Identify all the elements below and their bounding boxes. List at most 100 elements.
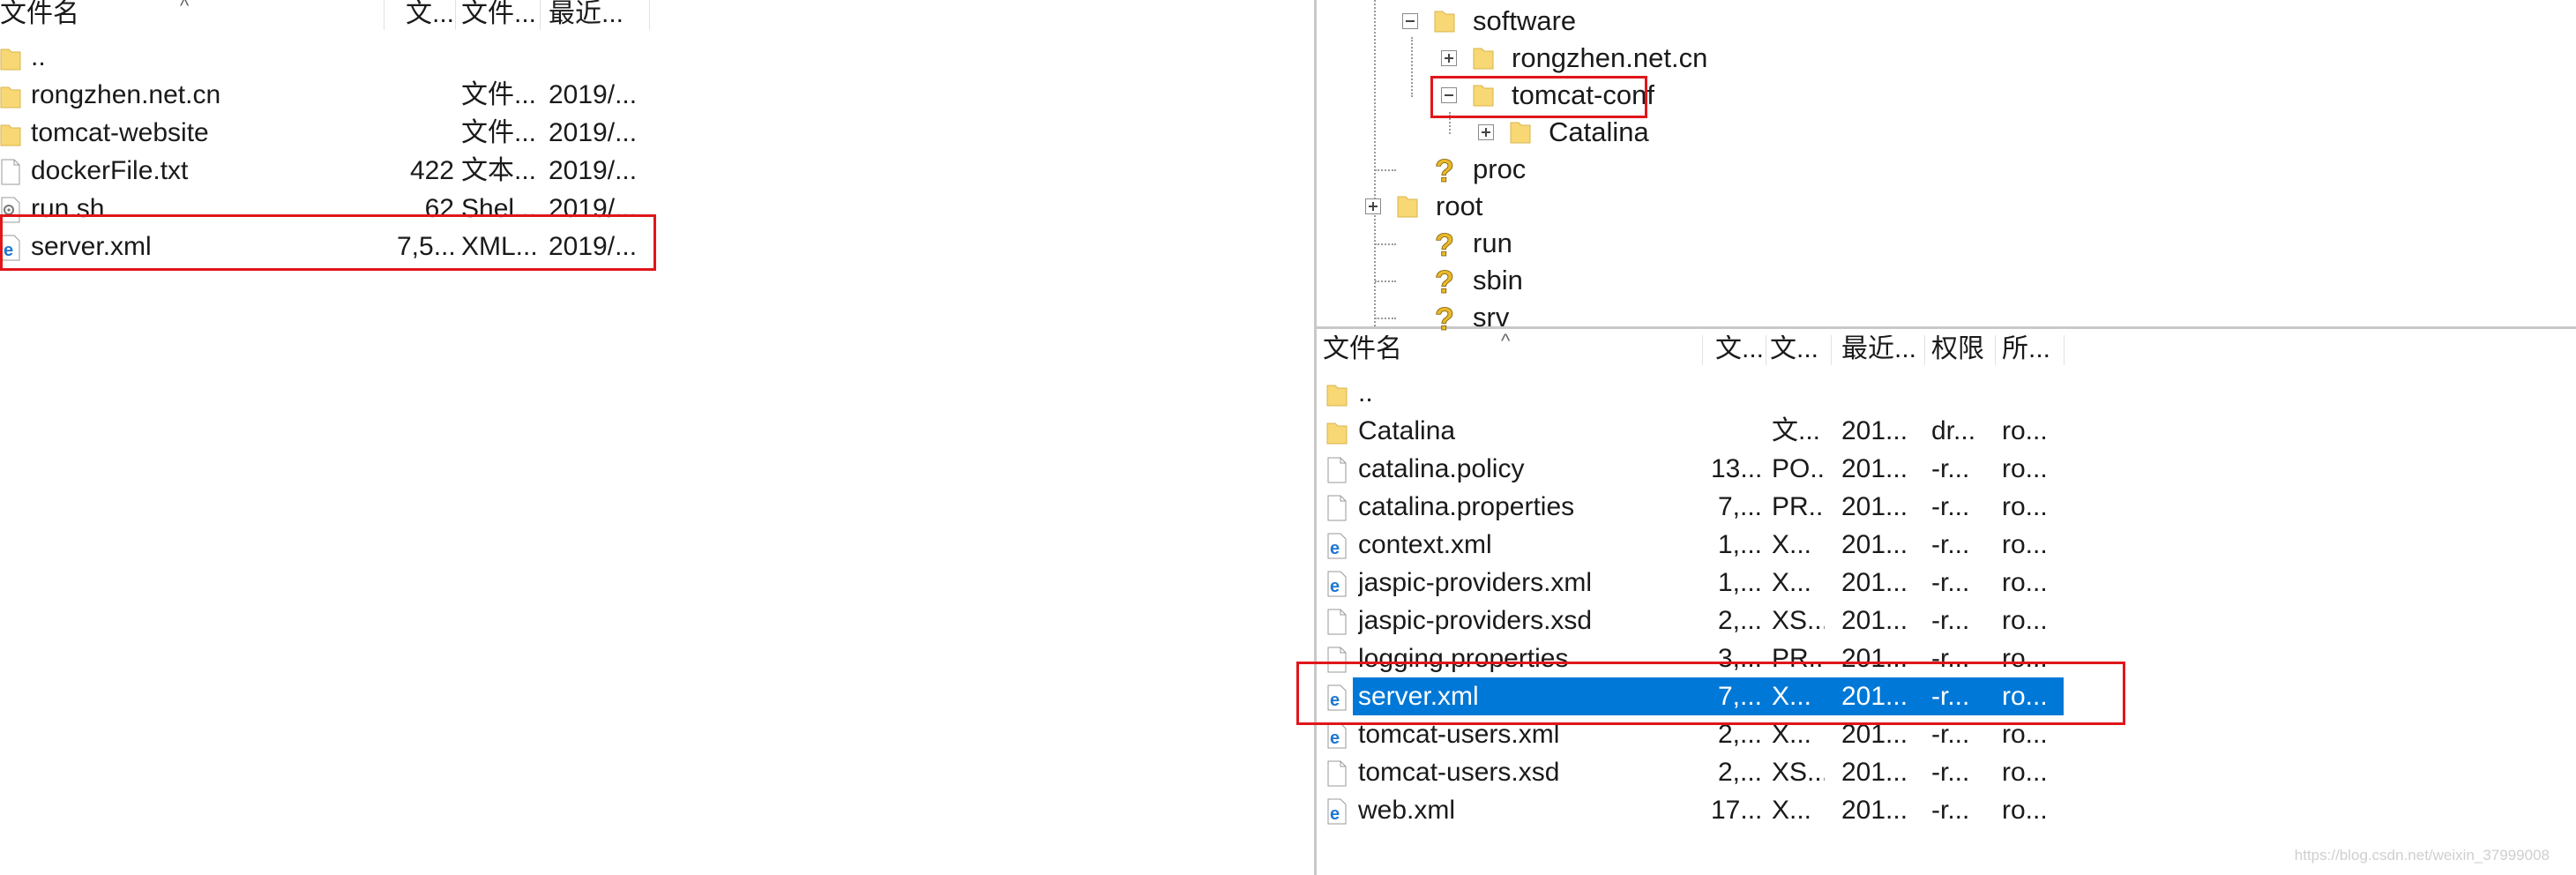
vertical-splitter[interactable] — [1314, 0, 1317, 875]
table-row[interactable]: e web.xml 17... X... 201... -r... ro... — [1323, 791, 2064, 829]
file-date: 201... — [1841, 530, 1908, 559]
file-owner: ro... — [2002, 796, 2048, 825]
svg-text:e: e — [1330, 729, 1340, 748]
col-header-owner[interactable]: 所... — [2002, 335, 2058, 367]
file-size — [1711, 412, 1762, 450]
file-date: 201... — [1841, 492, 1908, 521]
collapse-icon[interactable] — [1402, 13, 1418, 29]
table-row[interactable]: catalina.policy 13... PO... 201... -r... ro..… — [1323, 450, 2064, 488]
tree-node-label: sbin — [1473, 265, 1523, 295]
file-date: 2019/... — [549, 156, 638, 185]
file-permissions: -r... — [1931, 796, 1970, 825]
file-size: 7,... — [1717, 492, 1762, 521]
col-divider[interactable] — [1924, 335, 1925, 365]
folder-icon — [0, 120, 21, 146]
sort-ascending-icon: ^ — [180, 0, 190, 17]
file-size: 2,... — [1717, 758, 1762, 787]
col-header-permissions[interactable]: 权限 — [1931, 335, 1988, 367]
file-type: XS... — [1772, 758, 1825, 787]
file-owner: ro... — [2002, 758, 2048, 787]
folder-icon — [0, 44, 21, 71]
text-file-icon — [1326, 608, 1348, 635]
text-file-icon — [1326, 759, 1348, 787]
folder-icon — [1397, 192, 1418, 219]
unknown-folder-icon: ? — [1434, 153, 1455, 190]
file-date: 2019/... — [549, 118, 638, 147]
text-file-icon — [0, 158, 21, 185]
file-date: 201... — [1841, 416, 1908, 445]
file-size: 13... — [1711, 454, 1762, 483]
table-row[interactable]: tomcat-users.xsd 2,... XS... 201... -r... ro.… — [1323, 753, 2064, 791]
table-row[interactable]: e jaspic-providers.xml 1,... X... 201... -r..… — [1323, 564, 2064, 602]
file-type — [1772, 374, 1825, 412]
file-type: PO... — [1772, 454, 1825, 483]
file-name: .. — [31, 42, 46, 71]
file-owner: ro... — [2002, 454, 2048, 483]
expand-icon[interactable] — [1478, 124, 1494, 140]
folder-icon — [1473, 44, 1494, 71]
unknown-folder-icon: ? — [1434, 264, 1455, 301]
col-divider[interactable] — [455, 0, 456, 30]
svg-text:?: ? — [1435, 155, 1454, 185]
tree-connector — [1375, 280, 1396, 282]
col-header-size[interactable]: 文... — [1715, 335, 1765, 367]
highlight-box-tomcat-conf — [1430, 76, 1647, 118]
file-type — [461, 38, 537, 76]
col-header-type[interactable]: 文... — [1770, 335, 1819, 367]
file-size: 17... — [1711, 796, 1762, 825]
file-owner: ro... — [2002, 416, 2048, 445]
col-header-date[interactable]: 最近... — [1841, 335, 1917, 367]
folder-icon — [1434, 7, 1455, 34]
svg-text:?: ? — [1435, 303, 1454, 333]
expand-icon[interactable] — [1365, 198, 1381, 214]
sort-ascending-icon: ^ — [1501, 330, 1511, 352]
table-row[interactable]: tomcat-website 文件... 2019/... — [0, 114, 653, 152]
file-type: PR... — [1772, 492, 1825, 521]
col-divider[interactable] — [540, 0, 541, 30]
xml-file-icon: e — [1326, 797, 1348, 825]
file-permissions: -r... — [1931, 568, 1970, 597]
xml-file-icon: e — [1326, 532, 1348, 559]
col-divider[interactable] — [649, 0, 650, 30]
file-date: 201... — [1841, 796, 1908, 825]
table-row[interactable]: dockerFile.txt 422 文本... 2019/... — [0, 152, 653, 190]
unknown-folder-icon: ? — [1434, 227, 1455, 264]
svg-text:e: e — [1330, 539, 1340, 558]
text-file-icon — [1326, 494, 1348, 521]
col-divider[interactable] — [1995, 335, 1996, 365]
xml-file-icon: e — [1326, 722, 1348, 749]
col-divider[interactable] — [1831, 335, 1832, 365]
col-header-type[interactable]: 文件... — [461, 0, 537, 32]
table-row[interactable]: e context.xml 1,... X... 201... -r... ro... — [1323, 526, 2064, 564]
col-header-name[interactable]: 文件名 — [0, 0, 379, 32]
file-name: jaspic-providers.xml — [1358, 568, 1593, 597]
file-permissions: -r... — [1931, 758, 1970, 787]
file-name: dockerFile.txt — [31, 156, 189, 185]
tree-connector — [1375, 169, 1396, 171]
highlight-box-remote-server-xml — [1296, 662, 2125, 725]
file-type: 文件... — [461, 118, 537, 147]
table-row[interactable]: .. — [0, 38, 653, 76]
table-row[interactable]: Catalina 文... 201... dr... ro... — [1323, 412, 2064, 450]
file-name: rongzhen.net.cn — [31, 80, 221, 109]
file-owner — [2002, 374, 2055, 412]
table-row[interactable]: jaspic-providers.xsd 2,... XS... 201... -r..… — [1323, 602, 2064, 639]
file-owner: ro... — [2002, 568, 2048, 597]
folder-icon — [1326, 418, 1348, 445]
table-row[interactable]: rongzhen.net.cn 文件... 2019/... — [0, 76, 653, 114]
table-row[interactable]: catalina.properties 7,... PR... 201... -r...… — [1323, 488, 2064, 526]
file-type: X... — [1772, 796, 1812, 825]
col-header-date[interactable]: 最近... — [549, 0, 624, 32]
col-header-size[interactable]: 文... — [406, 0, 455, 32]
table-row[interactable]: .. — [1323, 374, 2064, 412]
tree-node-label: Catalina — [1549, 116, 1649, 147]
file-type: 文件... — [461, 80, 537, 109]
col-divider[interactable] — [1702, 335, 1703, 365]
tree-node-label: root — [1436, 191, 1483, 221]
col-divider[interactable] — [2064, 335, 2065, 365]
file-name: jaspic-providers.xsd — [1358, 606, 1593, 635]
file-date: 201... — [1841, 454, 1908, 483]
tree-node-label: software — [1473, 5, 1577, 36]
expand-icon[interactable] — [1441, 50, 1457, 66]
col-divider[interactable] — [384, 0, 385, 30]
